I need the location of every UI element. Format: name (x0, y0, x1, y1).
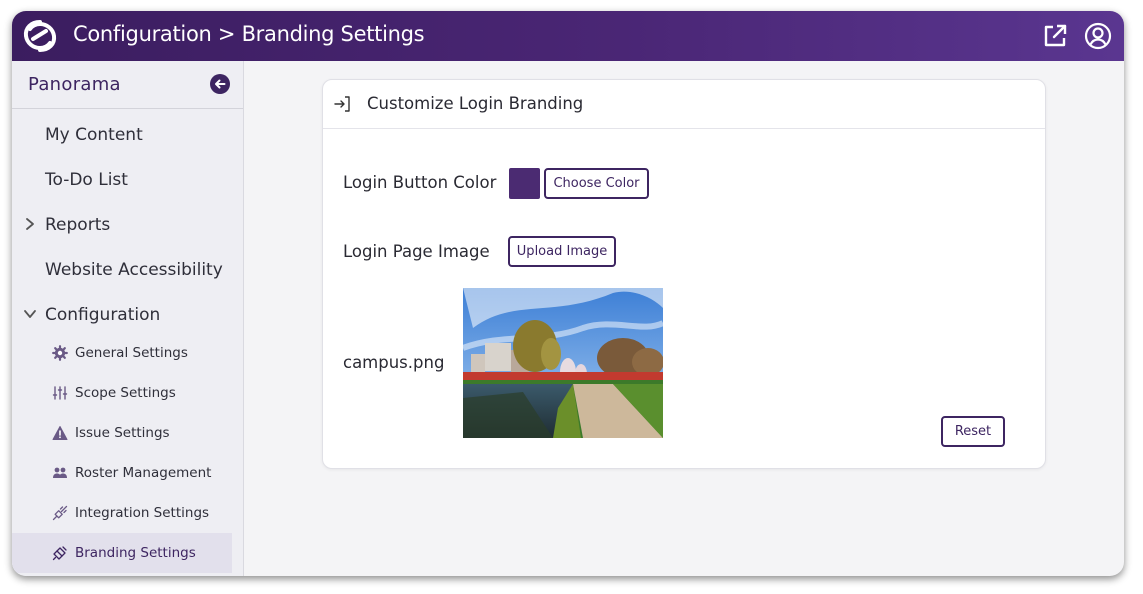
collapse-sidebar-button[interactable] (210, 74, 230, 94)
upload-image-button[interactable]: Upload Image (508, 236, 616, 267)
account-icon[interactable] (1084, 22, 1112, 50)
people-icon (53, 467, 67, 478)
campus-image-preview (463, 288, 663, 438)
color-swatch[interactable] (509, 168, 540, 199)
sidebar-subitem-roster-management[interactable]: Roster Management (12, 453, 244, 493)
reset-button[interactable]: Reset (941, 416, 1005, 447)
login-button-color-label: Login Button Color (343, 173, 497, 192)
login-branding-card: Customize Login Branding Login Button Co… (322, 79, 1046, 469)
sidebar-subitem-scope-settings[interactable]: Scope Settings (12, 373, 244, 413)
sidebar-item-label: To-Do List (45, 170, 128, 190)
sidebar-subitem-issue-settings[interactable]: Issue Settings (12, 413, 244, 453)
app-logo-icon[interactable] (22, 19, 58, 53)
card-header: Customize Login Branding (323, 80, 1045, 129)
chevron-right-icon (26, 218, 34, 230)
chevron-down-icon (24, 310, 36, 318)
gear-icon (52, 345, 68, 361)
sidebar-subitem-label: Branding Settings (75, 545, 196, 561)
login-icon (334, 96, 350, 112)
sidebar-item-label: Website Accessibility (45, 260, 223, 280)
sidebar-header: Panorama (12, 61, 243, 109)
app-window: Configuration > Branding Settings Panora… (12, 11, 1124, 576)
warning-icon (52, 426, 68, 440)
paint-icon (52, 546, 67, 561)
card-title: Customize Login Branding (367, 94, 584, 113)
sidebar-subitem-branding-settings[interactable]: Branding Settings (12, 533, 232, 573)
sidebar-item-label: Configuration (45, 305, 161, 325)
sidebar-heading: Panorama (28, 74, 121, 95)
external-link-icon[interactable] (1041, 22, 1069, 50)
sidebar: Panorama My Content To-Do List Reports W… (12, 61, 244, 576)
sidebar-subitem-label: Scope Settings (75, 385, 176, 401)
sidebar-subitem-label: Roster Management (75, 465, 212, 481)
plug-icon (52, 505, 68, 521)
arrow-left-icon (215, 79, 226, 89)
sidebar-item-label: Reports (45, 215, 111, 235)
choose-color-button[interactable]: Choose Color (544, 168, 649, 199)
top-header: Configuration > Branding Settings (12, 11, 1124, 61)
sidebar-subitem-label: Issue Settings (75, 425, 170, 441)
login-page-image-label: Login Page Image (343, 242, 490, 261)
sidebar-subitem-integration-settings[interactable]: Integration Settings (12, 493, 244, 533)
sidebar-subitem-label: Integration Settings (75, 505, 210, 521)
sidebar-item-label: My Content (45, 125, 143, 145)
file-name-label: campus.png (343, 353, 445, 372)
sliders-icon (52, 386, 68, 400)
sidebar-subitem-general-settings[interactable]: General Settings (12, 333, 244, 373)
sidebar-subitem-label: General Settings (75, 345, 188, 361)
page-title: Configuration > Branding Settings (73, 22, 425, 46)
